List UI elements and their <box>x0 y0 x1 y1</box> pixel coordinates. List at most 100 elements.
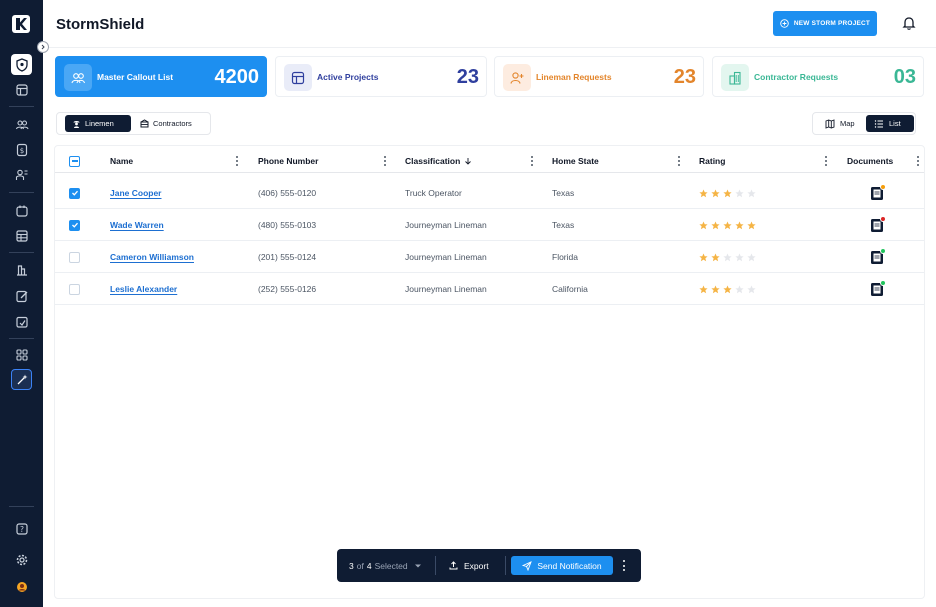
column-menu-icon[interactable] <box>676 155 682 167</box>
plus-circle-icon <box>780 19 789 28</box>
column-menu-icon[interactable] <box>382 155 388 167</box>
select-all-checkbox[interactable] <box>69 155 80 167</box>
phone-cell: (406) 555-0120 <box>258 188 317 198</box>
column-menu-icon[interactable] <box>823 155 829 167</box>
lineman-name-link[interactable]: Jane Cooper <box>110 188 162 198</box>
column-header-classification[interactable]: Classification <box>405 149 472 173</box>
row-checkbox[interactable] <box>69 251 80 263</box>
column-menu-icon[interactable] <box>529 155 535 167</box>
column-header-rating[interactable]: Rating <box>699 149 725 173</box>
card-icon-box <box>503 64 531 91</box>
star-rating <box>699 285 756 294</box>
sidebar-item-edit[interactable] <box>11 285 32 306</box>
card-label: Master Callout List <box>97 72 174 82</box>
selected-label: Selected <box>374 560 408 571</box>
user-avatar[interactable] <box>11 576 32 597</box>
new-storm-project-button[interactable]: NEW STORM PROJECT <box>773 11 877 36</box>
bell-icon[interactable] <box>901 15 917 31</box>
card-icon-box <box>64 64 92 91</box>
lineman-name-link[interactable]: Leslie Alexander <box>110 284 177 294</box>
sidebar-item-help[interactable]: ? <box>11 518 32 539</box>
star-icon <box>723 253 732 261</box>
star-icon <box>747 189 756 197</box>
new-storm-project-label: NEW STORM PROJECT <box>793 20 871 27</box>
document-button[interactable] <box>870 183 886 201</box>
selection-dropdown[interactable]: 3 of 4 Selected <box>349 549 422 582</box>
sidebar-item-settings[interactable] <box>11 549 32 570</box>
app-logo[interactable] <box>12 15 30 33</box>
phone-cell: (480) 555-0103 <box>258 220 317 230</box>
chart-icon <box>16 264 27 276</box>
contractor-icon <box>140 119 149 128</box>
card-label: Active Projects <box>317 72 379 82</box>
sidebar: $ ? <box>0 0 43 607</box>
document-button[interactable] <box>870 215 886 233</box>
star-icon <box>735 189 744 197</box>
action-divider <box>505 556 506 575</box>
sidebar-item-people[interactable] <box>11 164 32 185</box>
sidebar-item-calendar[interactable] <box>11 200 32 221</box>
sidebar-item-reports[interactable] <box>11 259 32 280</box>
document-button[interactable] <box>870 247 886 265</box>
tab-linemen[interactable]: Linemen <box>65 115 131 132</box>
edit-icon <box>15 290 27 302</box>
lineman-name-link[interactable]: Cameron Williamson <box>110 252 194 262</box>
export-icon <box>449 561 458 570</box>
table-row[interactable]: Jane Cooper (406) 555-0120 Truck Operator T… <box>55 177 924 209</box>
document-button[interactable] <box>870 279 886 297</box>
sidebar-item-magic[interactable] <box>11 369 32 390</box>
card-value: 4200 <box>214 66 260 88</box>
star-icon <box>699 253 708 261</box>
card-value: 03 <box>893 66 916 88</box>
sidebar-item-users[interactable] <box>11 114 32 135</box>
view-list-button[interactable]: List <box>866 115 914 132</box>
name-cell: Jane Cooper <box>110 177 162 209</box>
row-checkbox[interactable] <box>69 219 80 231</box>
sidebar-collapse-button[interactable] <box>37 41 49 53</box>
send-notification-button[interactable]: Send Notification <box>511 556 613 575</box>
column-menu-icon[interactable] <box>234 155 240 167</box>
card-contractor-requests[interactable]: Contractor Requests 03 <box>712 56 924 97</box>
document-status-badge <box>880 215 886 222</box>
star-icon <box>711 285 720 293</box>
star-icon <box>735 221 744 229</box>
column-header-phone[interactable]: Phone Number <box>258 149 318 173</box>
users-icon <box>15 119 29 129</box>
card-lineman-requests[interactable]: Lineman Requests 23 <box>494 56 704 97</box>
table-row[interactable]: Cameron Williamson (201) 555-0124 Journeym… <box>55 241 924 273</box>
row-select-cell <box>69 241 80 273</box>
user-plus-icon <box>510 71 524 84</box>
sidebar-item-schedule[interactable] <box>11 311 32 332</box>
card-label: Contractor Requests <box>754 72 839 82</box>
view-map-button[interactable]: Map <box>817 115 863 132</box>
column-header-home-state[interactable]: Home State <box>552 149 599 173</box>
sidebar-item-finance[interactable]: $ <box>11 139 32 160</box>
sidebar-item-shield[interactable] <box>11 54 32 75</box>
row-checkbox[interactable] <box>69 283 80 295</box>
document-status-badge <box>880 279 886 286</box>
column-header-documents[interactable]: Documents <box>847 149 893 173</box>
sidebar-item-table[interactable] <box>11 225 32 246</box>
tab-contractors[interactable]: Contractors <box>133 115 199 132</box>
card-active-projects[interactable]: Active Projects 23 <box>275 56 487 97</box>
column-header-name[interactable]: Name <box>110 149 133 173</box>
selected-of-text: of <box>356 560 364 571</box>
caret-down-icon <box>414 564 421 567</box>
card-master-callout-list[interactable]: Master Callout List 4200 <box>55 56 267 97</box>
sidebar-item-layout[interactable] <box>11 79 32 100</box>
rating-cell <box>699 177 756 209</box>
row-checkbox[interactable] <box>69 187 80 199</box>
sidebar-item-dashboard[interactable] <box>11 344 32 365</box>
star-rating <box>699 221 756 230</box>
table-row[interactable]: Leslie Alexander (252) 555-0126 Journeyman… <box>55 273 924 305</box>
export-button[interactable]: Export <box>449 549 489 582</box>
rating-cell <box>699 241 756 273</box>
more-actions-icon[interactable] <box>621 559 627 572</box>
svg-text:$: $ <box>19 147 23 155</box>
selected-count: 3 <box>349 560 354 571</box>
lineman-name-link[interactable]: Wade Warren <box>110 220 164 230</box>
table-row[interactable]: Wade Warren (480) 555-0103 Journeyman Line… <box>55 209 924 241</box>
list-icon <box>874 119 883 128</box>
column-menu-icon[interactable] <box>915 155 921 167</box>
settings-icon <box>16 554 27 565</box>
